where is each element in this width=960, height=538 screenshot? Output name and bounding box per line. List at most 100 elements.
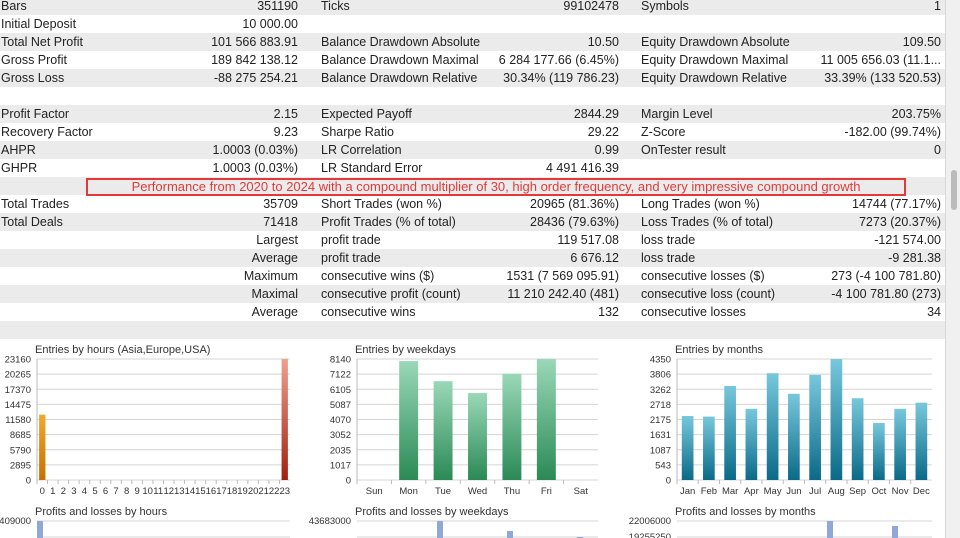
table-row: Gross Profit 189 842 138.12 Balance Drawdo… (0, 51, 945, 69)
y-tick-label: 23160 (5, 355, 31, 366)
y-tick-label: 8140 (330, 355, 351, 366)
stat-label: consecutive wins ($) (321, 269, 435, 283)
stat-label: LR Standard Error (321, 161, 423, 175)
y-tick-label: 14475 (5, 400, 31, 411)
x-tick-label: 11 (153, 486, 163, 497)
y-tick-label: 1017 (330, 460, 351, 471)
x-tick-label: Oct (871, 486, 886, 497)
x-tick-label: Sat (574, 486, 589, 497)
stat-label: loss trade (641, 233, 696, 247)
chart-title: Profits and losses by weekdays (355, 506, 509, 518)
stat-value: 203.75% (891, 107, 941, 121)
table-row: Total Trades 35709 Short Trades (won %) 209… (0, 195, 945, 213)
stat-value: -4 100 781.80 (273) (831, 287, 941, 301)
stat-value: 11 005 656.03 (11.1... (820, 53, 941, 67)
chart-1: Entries by weekdays 0 1017 2035 3052 4070 5087… (330, 344, 598, 497)
stat-label: Balance Drawdown Absolute (321, 35, 481, 49)
table-row: Maximal consecutive profit (count) 11 210 … (0, 285, 945, 303)
scrollbar-thumb[interactable] (951, 170, 957, 210)
y-tick-label: 1631 (650, 430, 671, 441)
stat-value: 1.0003 (0.03%) (212, 143, 298, 157)
bar (468, 393, 487, 480)
y-tick-label: 0 (346, 476, 351, 487)
x-tick-label: 1 (50, 486, 55, 497)
table-row: Maximum consecutive wins ($) 1531 (7 569 0… (0, 267, 945, 285)
bar (809, 374, 821, 480)
x-tick-label: 17 (216, 486, 227, 497)
y-tick-label: 6105 (330, 385, 351, 396)
stat-label: profit trade (321, 233, 381, 247)
stat-label: Balance Drawdown Relative (321, 71, 478, 85)
bar (281, 359, 288, 480)
table-row: GHPR 1.0003 (0.03%) LR Standard Error 4 491… (0, 159, 945, 177)
x-tick-label: 21 (258, 486, 269, 497)
chart-0: Entries by hours (Asia,Europe,USA)028955… (5, 344, 290, 497)
table-row: Total Net Profit 101 566 883.91 Balance Dr… (0, 33, 945, 51)
y-tick-label: 11580 (5, 415, 31, 426)
x-tick-label: 12 (163, 486, 174, 497)
stat-label: Total Deals (1, 215, 63, 229)
stat-label: Sharpe Ratio (321, 125, 394, 139)
x-tick-label: 7 (113, 486, 118, 497)
stat-value: 2.15 (273, 107, 298, 121)
y-tick-label: 4070 (330, 415, 351, 426)
x-tick-label: Apr (744, 486, 759, 497)
stat-value: 30.34% (119 786.23) (503, 71, 619, 85)
bar (507, 531, 513, 538)
table-row: Gross Loss -88 275 254.21 Balance Drawdown… (0, 69, 945, 87)
stat-label: Balance Drawdown Maximal (321, 53, 479, 67)
x-tick-label: 4 (82, 486, 87, 497)
stat-value: 189 842 138.12 (211, 53, 298, 67)
table-row: Bars 351190 Ticks 99102478 Symbols 1 (0, 0, 945, 15)
stat-value: 132 (598, 305, 619, 319)
stat-label: AHPR (1, 143, 36, 157)
stat-value: 20965 (81.36%) (530, 197, 619, 211)
stat-value: 351190 (257, 0, 298, 13)
x-tick-label: Jun (786, 486, 801, 497)
bar (724, 385, 736, 480)
vertical-scrollbar[interactable] (945, 0, 960, 538)
stat-label: consecutive losses (641, 305, 746, 319)
stat-value: 10.50 (587, 35, 619, 49)
x-tick-label: Wed (468, 486, 487, 497)
bar (766, 373, 779, 480)
report-table: Bars 351190 Ticks 99102478 Symbols 1 Initial D… (0, 0, 945, 339)
chart-title: Entries by months (675, 344, 764, 356)
bar (502, 373, 522, 480)
y-tick-label: 409000 (0, 516, 31, 527)
chart-2: Entries by months 0 543 1087 1631 2175 2718 326… (650, 344, 932, 497)
y-tick-label: 3052 (330, 430, 351, 441)
stat-label: consecutive loss (count) (641, 287, 776, 301)
bar (399, 361, 419, 480)
stat-label: OnTester result (641, 143, 726, 157)
stat-label: Z-Score (641, 125, 686, 139)
stat-value: 33.39% (133 520.53) (824, 71, 941, 85)
stat-value: 1.0003 (0.03%) (212, 161, 298, 175)
stat-value: -9 281.38 (888, 251, 941, 265)
bar (433, 381, 453, 480)
x-tick-label: Mar (722, 486, 738, 497)
stat-value: 99102478 (563, 0, 619, 13)
table-row: Average consecutive wins 132 consecutive lo… (0, 303, 945, 321)
stat-label: Recovery Factor (1, 125, 93, 139)
y-tick-label: 43683000 (309, 516, 351, 527)
x-tick-label: 18 (227, 486, 238, 497)
stat-label: Expected Payoff (321, 107, 412, 121)
x-tick-label: 16 (206, 486, 217, 497)
stat-value: 9.23 (273, 125, 298, 139)
stat-label: Gross Loss (1, 71, 65, 85)
x-tick-label: Fri (541, 486, 552, 497)
stat-value: -88 275 254.21 (213, 71, 298, 85)
stat-label: Profit Factor (1, 107, 70, 121)
stat-value: Average (251, 251, 298, 265)
chart-title: Profits and losses by hours (35, 506, 168, 518)
stat-label: Loss Trades (% of total) (641, 215, 774, 229)
y-tick-label: 3806 (650, 370, 671, 381)
y-tick-label: 0 (666, 476, 671, 487)
table-row (0, 321, 945, 339)
bar (915, 402, 928, 480)
stat-value: 2844.29 (573, 107, 619, 121)
stat-value: 0.99 (594, 143, 619, 157)
stat-label: consecutive wins (321, 305, 416, 319)
x-tick-label: Aug (828, 486, 845, 497)
